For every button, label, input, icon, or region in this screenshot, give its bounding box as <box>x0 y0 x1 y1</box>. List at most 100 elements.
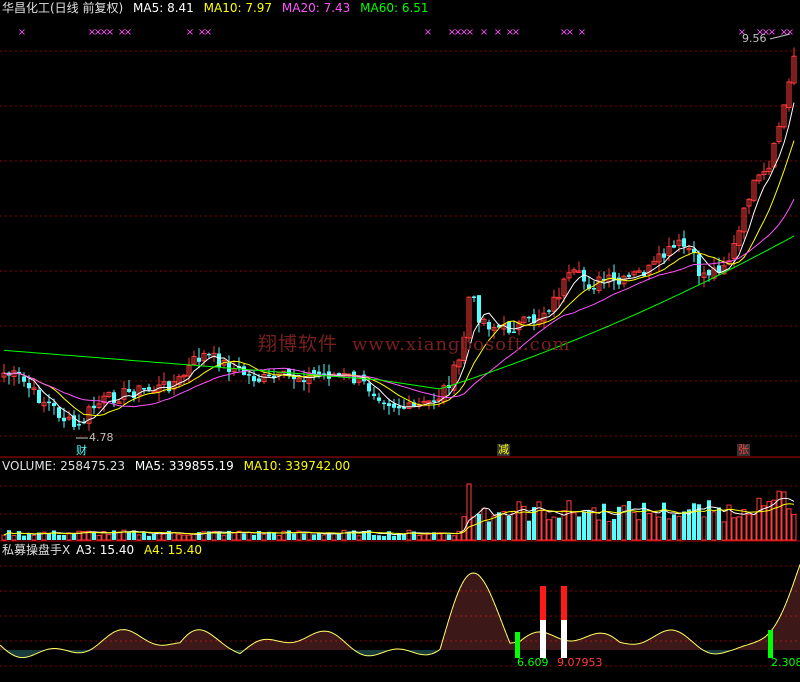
indicator-signal-red <box>561 586 567 620</box>
volume-bar <box>161 533 167 541</box>
ma60-label: MA60: 6.51 <box>360 1 429 15</box>
volume-bar <box>582 511 586 540</box>
indicator-value-3: 2.308 <box>771 656 800 669</box>
signal-marker: × <box>480 27 488 38</box>
marker-zhang[interactable]: 张 <box>737 444 750 456</box>
volume-bar <box>541 510 547 541</box>
volume-bar <box>176 533 182 541</box>
volume-bar <box>751 513 757 541</box>
candle-body <box>57 407 61 418</box>
signal-marker: × <box>786 27 794 38</box>
marker-cai[interactable]: 财 <box>76 445 87 457</box>
candle-body <box>207 353 211 356</box>
volume-bar <box>421 533 427 541</box>
volume-bar <box>627 501 631 540</box>
signal-marker: × <box>204 27 212 38</box>
volume-bar <box>152 533 156 540</box>
candle-body <box>472 296 476 298</box>
volume-bar <box>527 520 531 540</box>
volume-bar <box>771 499 777 541</box>
candle-body <box>27 382 31 389</box>
signal-marker: × <box>186 27 194 38</box>
volume-label: VOLUME: 258475.23 <box>2 459 125 473</box>
volume-bar <box>602 503 606 540</box>
candle-body <box>382 402 386 405</box>
signal-marker: × <box>124 27 132 38</box>
volume-bar <box>147 535 151 540</box>
volume-bar <box>571 512 577 541</box>
volume-bar <box>1 534 7 541</box>
volume-bar <box>416 534 422 541</box>
ma10-line <box>3 140 795 417</box>
candle-body <box>592 288 596 290</box>
volume-bar <box>636 519 642 541</box>
candle-body <box>52 403 56 406</box>
volume-bar <box>331 533 337 541</box>
candle-body <box>22 376 26 382</box>
volume-bar <box>487 521 491 540</box>
indicator-signal-green <box>515 632 520 658</box>
volume-bar <box>441 532 447 541</box>
volume-bar <box>557 517 561 540</box>
candle-body <box>112 392 116 404</box>
volume-bar <box>261 533 267 541</box>
volume-bar <box>96 534 102 541</box>
volume-bar <box>646 513 652 541</box>
candle-body <box>247 374 251 376</box>
candle-body <box>257 378 261 382</box>
candle-body <box>432 400 436 402</box>
volume-bar <box>426 533 432 541</box>
volume-bar <box>181 534 187 541</box>
candle-body <box>227 362 231 372</box>
marker-jian[interactable]: 减 <box>497 444 510 456</box>
volume-bar <box>717 507 721 540</box>
volume-bar <box>116 531 122 541</box>
candle-body <box>62 417 66 422</box>
volume-bar <box>631 512 637 541</box>
candle-body <box>377 397 381 401</box>
candle-body <box>477 295 481 323</box>
volume-bar <box>356 535 362 541</box>
candle-body <box>672 245 676 248</box>
candle-body <box>127 389 131 392</box>
volume-bar <box>756 497 762 541</box>
ma60-line <box>3 235 795 390</box>
volume-bar <box>242 533 246 540</box>
volume-bar <box>377 535 381 540</box>
watermark: 翔博软件 www.xiangbosoft.com <box>258 329 571 356</box>
signal-marker: × <box>424 27 432 38</box>
volume-bar <box>112 530 116 540</box>
watermark-cn: 翔博软件 <box>258 333 339 355</box>
volume-bar <box>481 507 487 541</box>
low-price-label: 4.78 <box>89 431 114 444</box>
volume-bar <box>136 534 142 541</box>
volume-bar <box>656 516 662 541</box>
volume-bar <box>566 500 572 541</box>
volume-bar <box>511 510 517 541</box>
ma5-line <box>3 102 795 424</box>
indicator-value-2: 9.07953 <box>557 656 603 669</box>
candle-body <box>397 406 401 409</box>
indicator-a3-label: A3: 15.40 <box>76 543 135 557</box>
candle-body <box>697 254 701 277</box>
signal-marker: × <box>768 27 776 38</box>
candle-body <box>372 393 376 397</box>
candle-body <box>302 380 306 383</box>
volume-bar <box>447 534 451 540</box>
candle-body <box>527 316 531 319</box>
volume-bar <box>186 534 192 541</box>
candle-body <box>392 403 396 408</box>
volume-bar <box>471 516 477 541</box>
volume-bar <box>221 534 227 541</box>
volume-bar <box>596 519 602 541</box>
indicator-signal-white <box>540 620 546 658</box>
watermark-url: www.xiangbosoft.com <box>352 334 571 355</box>
indicator-signal-red <box>540 586 546 620</box>
volume-bar <box>22 535 26 540</box>
volume-bar <box>721 521 727 541</box>
volume-bar <box>606 520 612 541</box>
volume-bar <box>302 533 306 540</box>
volume-bar <box>57 534 61 540</box>
signal-marker: × <box>494 27 502 38</box>
candle-body <box>707 270 711 276</box>
